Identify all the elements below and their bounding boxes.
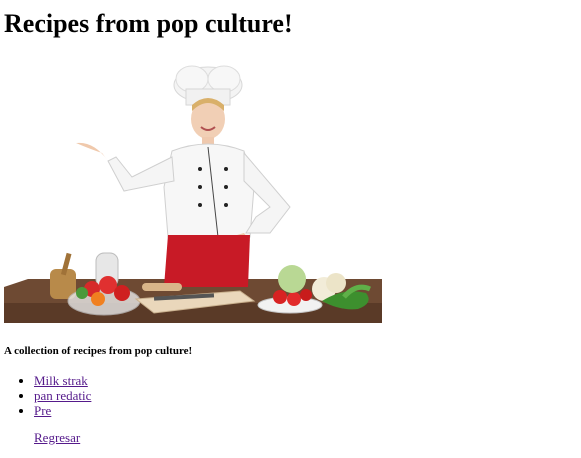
recipe-link-pan-redatic[interactable]: pan redatic xyxy=(34,388,91,403)
list-item: Pre xyxy=(34,403,91,418)
list-item: Milk strak xyxy=(34,373,91,388)
recipe-list: Milk strak pan redatic Pre xyxy=(0,373,91,418)
back-link[interactable]: Regresar xyxy=(34,430,80,445)
page-subtitle: A collection of recipes from pop culture… xyxy=(4,345,193,357)
page-title: Recipes from pop culture! xyxy=(4,9,293,38)
chef-hero-image xyxy=(4,57,382,323)
recipe-link-pre[interactable]: Pre xyxy=(34,403,51,418)
list-item: pan redatic xyxy=(34,388,91,403)
recipe-link-milk-strak[interactable]: Milk strak xyxy=(34,373,88,388)
